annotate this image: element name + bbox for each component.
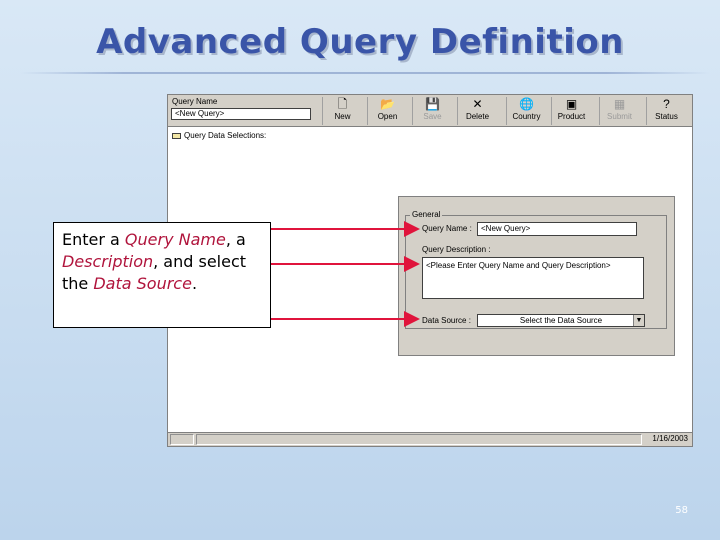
callout-arrows — [271, 221, 420, 327]
page-number: 58 — [675, 505, 688, 516]
